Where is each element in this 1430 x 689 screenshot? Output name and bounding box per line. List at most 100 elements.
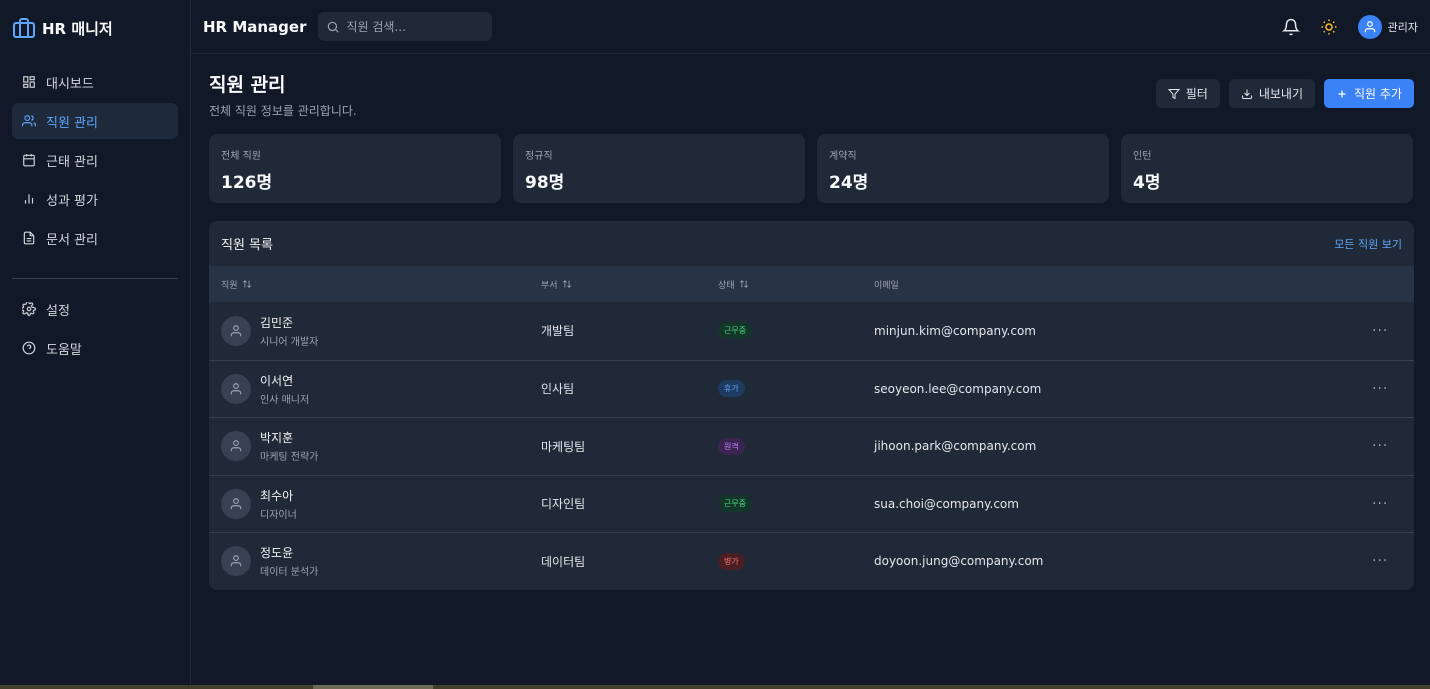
employee-name: 이서연	[260, 373, 294, 388]
sidebar-item-documents[interactable]: 문서 관리	[12, 220, 178, 256]
avatar	[221, 373, 251, 404]
employee-name: 정도윤	[260, 546, 294, 561]
cell-employee: 박지훈 마케팅 전략가	[209, 429, 541, 463]
sidebar-item-label: 문서 관리	[46, 232, 98, 248]
filter-button[interactable]: 필터	[1155, 79, 1220, 108]
stats-row: 전체 직원 126명 정규직 98명 계약직 24명 인턴 4명	[209, 134, 1414, 203]
cell-department: 데이터팀	[541, 554, 586, 569]
cell-actions: ···	[1372, 323, 1414, 339]
employee-role: 시니어 개발자	[260, 336, 319, 348]
table-row[interactable]: 최수아 디자이너 디자인팀 근무중 sua.choi@company.com ·…	[209, 474, 1414, 533]
table-row[interactable]: 이서연 인사 매니저 인사팀 휴가 seoyeon.lee@company.co…	[209, 359, 1414, 418]
export-button[interactable]: 내보내기	[1228, 79, 1316, 108]
cell-status: 근무중	[718, 322, 874, 340]
employee-role: 마케팅 전략가	[260, 452, 319, 464]
user-icon	[230, 440, 242, 452]
sidebar-item-settings[interactable]: 설정	[12, 291, 178, 327]
sidebar-item-label: 대시보드	[46, 76, 94, 92]
gear-icon	[22, 302, 36, 316]
employee-name: 박지훈	[260, 431, 294, 446]
table-row[interactable]: 김민준 시니어 개발자 개발팀 근무중 minjun.kim@company.c…	[209, 302, 1414, 360]
sidebar-item-label: 직원 관리	[46, 115, 98, 131]
column-header-department[interactable]: 부서	[541, 278, 718, 291]
sidebar-item-help[interactable]: 도움말	[12, 330, 178, 366]
more-options-icon[interactable]: ···	[1372, 438, 1388, 454]
horizontal-scrollbar[interactable]	[0, 685, 1430, 689]
column-header-employee[interactable]: 직원	[209, 278, 541, 291]
sidebar-item-dashboard[interactable]: 대시보드	[12, 64, 178, 100]
sidebar-item-employees[interactable]: 직원 관리	[12, 103, 178, 139]
status-badge: 근무중	[718, 495, 753, 513]
employee-name: 최수아	[260, 488, 294, 503]
more-options-icon[interactable]: ···	[1372, 553, 1388, 569]
table-row[interactable]: 정도윤 데이터 분석가 데이터팀 병가 doyoon.jung@company.…	[209, 532, 1414, 590]
brand[interactable]: HR 매니저	[0, 0, 190, 56]
sidebar-nav: 대시보드 직원 관리 근태 관리 성과 평가 문서 관리	[0, 64, 190, 256]
more-options-icon[interactable]: ···	[1372, 496, 1388, 512]
sidebar-item-label: 근태 관리	[46, 154, 98, 170]
column-header-status[interactable]: 상태	[718, 278, 874, 291]
user-icon	[230, 555, 242, 567]
card-header: 직원 목록 모든 직원 보기	[209, 221, 1414, 266]
cell-department: 마케팅팀	[541, 439, 586, 454]
cell-employee: 김민준 시니어 개발자	[209, 314, 541, 348]
cell-status: 병가	[718, 552, 874, 570]
user-menu[interactable]: 관리자	[1357, 14, 1418, 39]
stat-value: 24명	[829, 173, 869, 193]
sidebar-item-attendance[interactable]: 근태 관리	[12, 142, 178, 178]
calendar-icon	[23, 154, 35, 167]
table-row[interactable]: 박지훈 마케팅 전략가 마케팅팀 원격 jihoon.park@company.…	[209, 417, 1414, 475]
more-options-icon[interactable]: ···	[1372, 381, 1388, 397]
sidebar-item-performance[interactable]: 성과 평가	[12, 181, 178, 217]
column-label: 이메일	[874, 280, 899, 291]
cell-email: seoyeon.lee@company.com	[874, 381, 1042, 396]
search-input[interactable]	[346, 19, 477, 34]
filter-icon	[1167, 88, 1180, 99]
avatar	[221, 431, 251, 462]
column-header-email: 이메일	[874, 278, 1372, 291]
download-icon	[1241, 89, 1252, 99]
main-content: 직원 관리 전체 직원 정보를 관리합니다. 필터 내보내기 직원 추가 전체 …	[209, 54, 1414, 590]
cell-status: 원격	[718, 437, 874, 455]
bell-icon[interactable]	[1281, 18, 1300, 36]
sidebar-item-label: 도움말	[46, 342, 82, 358]
cell-employee: 정도윤 데이터 분석가	[209, 544, 541, 578]
cell-department: 인사팀	[541, 382, 575, 397]
app-title: HR Manager	[203, 17, 307, 36]
status-badge: 근무중	[718, 322, 753, 340]
sun-icon[interactable]	[1320, 18, 1338, 36]
cell-email: sua.choi@company.com	[874, 496, 1019, 511]
stat-value: 126명	[221, 173, 273, 193]
more-options-icon[interactable]: ···	[1372, 323, 1388, 339]
briefcase-icon	[13, 18, 35, 38]
person: 박지훈 마케팅 전략가	[221, 429, 541, 463]
view-all-link[interactable]: 모든 직원 보기	[1334, 236, 1402, 252]
card-title: 직원 목록	[221, 238, 273, 253]
grid-icon	[23, 76, 35, 88]
bar-chart-icon	[24, 194, 34, 204]
cell-email: jihoon.park@company.com	[874, 439, 1037, 454]
stat-value: 4명	[1133, 173, 1161, 193]
add-employee-label: 직원 추가	[1354, 87, 1402, 101]
top-header: HR Manager 관리자	[191, 0, 1430, 54]
person: 정도윤 데이터 분석가	[221, 544, 541, 578]
cell-department: 개발팀	[541, 324, 575, 339]
status-badge: 휴가	[718, 380, 745, 398]
search-box[interactable]	[318, 12, 493, 41]
users-icon	[22, 115, 36, 127]
search-icon	[328, 21, 340, 33]
export-label: 내보내기	[1258, 87, 1304, 101]
avatar	[221, 546, 251, 577]
cell-employee: 최수아 디자이너	[209, 487, 541, 521]
person: 이서연 인사 매니저	[221, 372, 541, 406]
user-icon	[1364, 20, 1375, 32]
sidebar-divider	[12, 278, 178, 279]
sidebar-item-label: 설정	[46, 303, 70, 319]
employee-role: 디자이너	[260, 509, 297, 521]
status-badge: 병가	[718, 552, 745, 570]
stat-value: 98명	[525, 173, 565, 193]
column-label: 직원	[221, 280, 238, 291]
status-badge: 원격	[718, 437, 745, 455]
add-employee-button[interactable]: 직원 추가	[1324, 79, 1414, 108]
scrollbar-thumb[interactable]	[313, 685, 433, 689]
